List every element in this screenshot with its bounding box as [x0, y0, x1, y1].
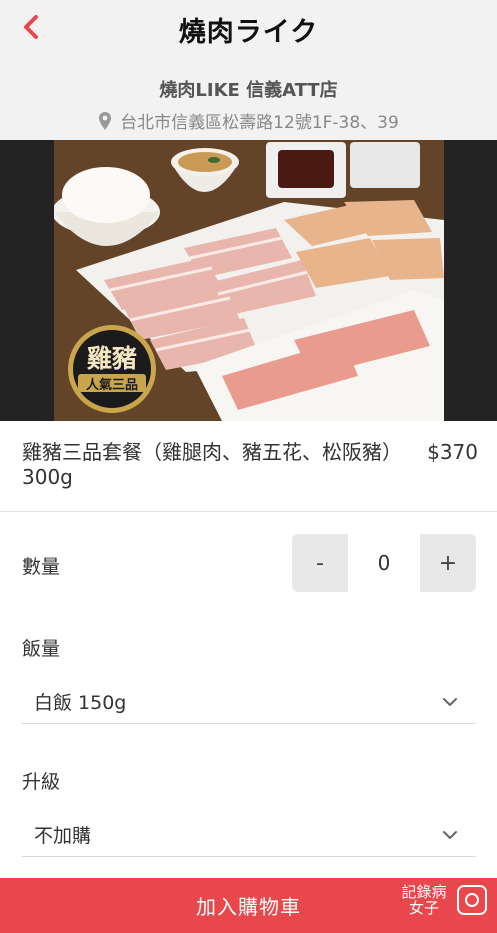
badge-subtitle: 人氣三品	[86, 377, 138, 393]
watermark-line-2: 女子	[408, 899, 439, 917]
decrement-button[interactable]: -	[292, 534, 348, 592]
chevron-down-icon	[443, 697, 457, 706]
upgrade-selected-value: 不加購	[34, 825, 92, 847]
watermark-text: 記錄病 女子	[395, 884, 453, 916]
add-to-cart-label: 加入購物車	[196, 895, 301, 919]
store-name: 燒肉LIKE 信義ATT店	[159, 80, 338, 101]
increment-button[interactable]: +	[420, 534, 476, 592]
quantity-value[interactable]: 0	[348, 534, 420, 592]
address-text: 台北市信義區松壽路12號1F-38、39	[120, 113, 399, 133]
upgrade-select[interactable]: 不加購	[22, 813, 476, 857]
store-address: 台北市信義區松壽路12號1F-38、39	[0, 108, 497, 133]
product-name: 雞豬三品套餐（雞腿肉、豬五花、松阪豬）300g	[22, 440, 402, 489]
page-header: 燒肉ライク 燒肉LIKE 信義ATT店 台北市信義區松壽路12號1F-38、39	[0, 0, 497, 140]
watermark-line-1: 記錄病	[401, 883, 447, 901]
map-pin-icon	[99, 111, 112, 130]
rice-selected-value: 白飯 150g	[34, 692, 127, 714]
brand-logo: 燒肉ライク	[178, 17, 319, 48]
product-photo-area: 雞豬 人氣三品	[0, 140, 497, 421]
quantity-label: 數量	[22, 556, 61, 578]
upgrade-label: 升級	[22, 771, 61, 793]
divider	[0, 511, 497, 512]
camera-icon	[457, 885, 487, 915]
product-price: $370	[427, 440, 478, 464]
quantity-stepper: - 0 +	[292, 534, 476, 592]
chevron-down-icon	[443, 830, 457, 839]
product-photo: 雞豬 人氣三品	[54, 140, 444, 421]
rice-select[interactable]: 白飯 150g	[22, 680, 476, 724]
watermark: 記錄病 女子	[395, 884, 487, 916]
badge-title: 雞豬	[86, 344, 137, 373]
rice-label: 飯量	[22, 638, 61, 660]
